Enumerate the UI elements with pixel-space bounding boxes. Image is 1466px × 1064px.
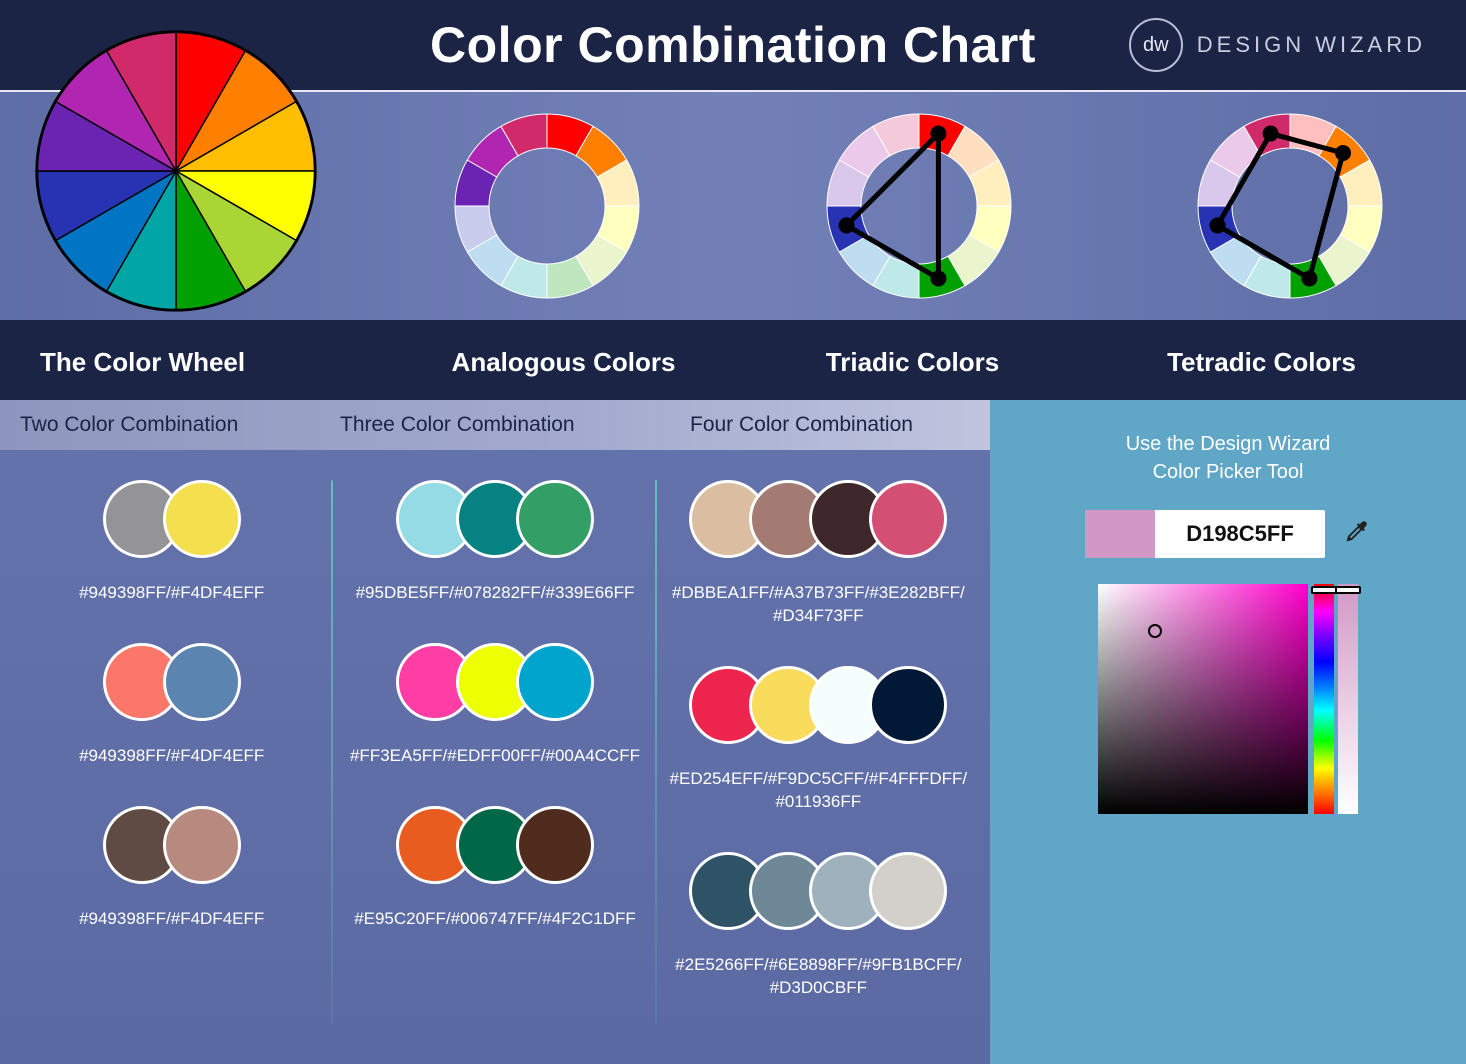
swatch-hex-label: #FF3EA5FF/#EDFF00FF/#00A4CCFF — [350, 745, 640, 768]
triadic-ring — [773, 106, 1065, 306]
swatch-row — [396, 806, 594, 884]
page-title: Color Combination Chart — [430, 16, 1036, 74]
swatch-hex-label: #DBBEA1FF/#A37B73FF/#3E282BFF/#D34F73FF — [672, 582, 965, 628]
tab-four-color[interactable]: Four Color Combination — [690, 413, 970, 437]
color-swatch — [163, 806, 241, 884]
color-swatch — [163, 643, 241, 721]
picker-alpha-strip[interactable] — [1338, 584, 1358, 814]
swatch-row — [689, 852, 947, 930]
color-swatch — [516, 806, 594, 884]
combos-panel: Two Color Combination Three Color Combin… — [0, 400, 990, 1064]
tetradic-ring — [1145, 106, 1437, 306]
column-two-color: #949398FF/#F4DF4EFF #949398FF/#F4DF4EFF #9… — [10, 470, 333, 1054]
picker-preview-swatch — [1085, 510, 1155, 558]
swatch-row — [689, 480, 947, 558]
color-swatch — [869, 480, 947, 558]
column-four-color: #DBBEA1FF/#A37B73FF/#3E282BFF/#D34F73FF #… — [657, 470, 980, 1054]
swatch-row — [103, 806, 241, 884]
picker-heading: Use the Design Wizard Color Picker Tool — [1126, 430, 1331, 486]
swatch-hex-label: #ED254EFF/#F9DC5CFF/#F4FFFDFF/#011936FF — [670, 768, 968, 814]
picker-hue-strip[interactable] — [1314, 584, 1334, 814]
swatch-hex-label: #E95C20FF/#006747FF/#4F2C1DFF — [354, 908, 636, 931]
section-title-tetradic: Tetradic Colors — [1087, 347, 1436, 378]
picker-hex-input[interactable]: D198C5FF — [1085, 510, 1325, 558]
color-swatch — [516, 643, 594, 721]
swatch-row — [689, 666, 947, 744]
swatch-hex-label: #2E5266FF/#6E8898FF/#9FB1BCFF/#D3D0CBFF — [675, 954, 961, 1000]
brand-logo-icon: dw — [1129, 18, 1183, 72]
column-three-color: #95DBE5FF/#078282FF/#339E66FF #FF3EA5FF/#… — [333, 470, 656, 1054]
swatch-row — [396, 643, 594, 721]
swatch-hex-label: #949398FF/#F4DF4EFF — [79, 908, 264, 931]
full-color-wheel — [30, 26, 322, 316]
picker-gradient-area[interactable] — [1098, 584, 1358, 814]
picker-alpha-handle[interactable] — [1335, 586, 1361, 594]
picker-heading-line2: Color Picker Tool — [1153, 461, 1304, 483]
section-titles-row: The Color Wheel Analogous Colors Triadic… — [0, 320, 1466, 400]
swatch-row — [103, 643, 241, 721]
color-swatch — [869, 852, 947, 930]
picker-hue-handle[interactable] — [1311, 586, 1337, 594]
swatch-hex-label: #949398FF/#F4DF4EFF — [79, 745, 264, 768]
color-swatch — [516, 480, 594, 558]
swatch-row — [103, 480, 241, 558]
eyedropper-icon[interactable] — [1343, 517, 1371, 552]
tab-two-color[interactable]: Two Color Combination — [20, 413, 280, 437]
swatch-row — [396, 480, 594, 558]
picker-heading-line1: Use the Design Wizard — [1126, 433, 1331, 455]
section-title-analogous: Analogous Colors — [389, 347, 738, 378]
section-title-triadic: Triadic Colors — [738, 347, 1087, 378]
section-title-wheel: The Color Wheel — [30, 347, 389, 378]
color-picker-panel: Use the Design Wizard Color Picker Tool … — [990, 400, 1466, 1064]
brand-block: dw DESIGN WIZARD — [1129, 18, 1426, 72]
swatch-hex-label: #95DBE5FF/#078282FF/#339E66FF — [356, 582, 635, 605]
picker-hex-value: D198C5FF — [1155, 521, 1325, 547]
picker-sv-cursor[interactable] — [1148, 624, 1162, 638]
analogous-ring — [402, 106, 694, 306]
brand-initials: dw — [1143, 34, 1169, 57]
color-swatch — [163, 480, 241, 558]
brand-name: DESIGN WIZARD — [1197, 32, 1426, 58]
color-swatch — [869, 666, 947, 744]
combos-area: Two Color Combination Three Color Combin… — [0, 400, 1466, 1064]
tab-three-color[interactable]: Three Color Combination — [340, 413, 630, 437]
picker-sv-field[interactable] — [1098, 584, 1308, 814]
wheels-row — [0, 90, 1466, 320]
combo-columns: #949398FF/#F4DF4EFF #949398FF/#F4DF4EFF #9… — [0, 450, 990, 1064]
picker-input-row: D198C5FF — [1085, 510, 1371, 558]
combo-tab-headers: Two Color Combination Three Color Combin… — [0, 400, 990, 450]
swatch-hex-label: #949398FF/#F4DF4EFF — [79, 582, 264, 605]
